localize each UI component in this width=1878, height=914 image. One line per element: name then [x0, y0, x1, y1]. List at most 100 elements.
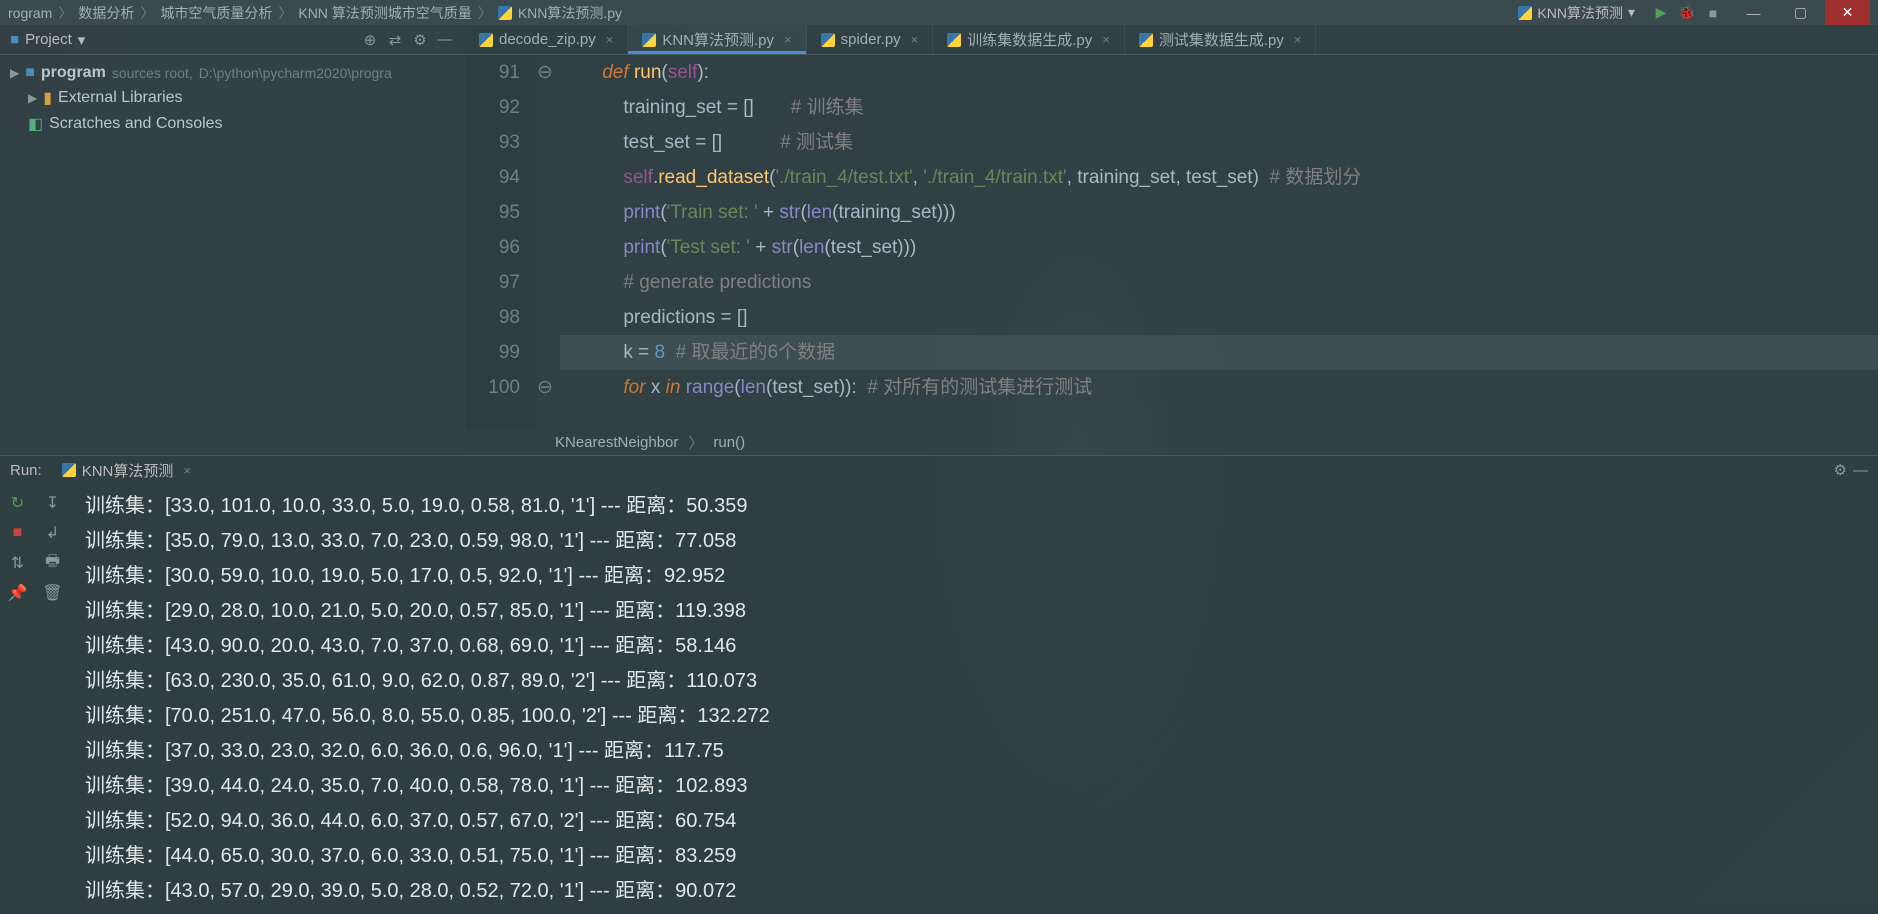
editor-tab-2[interactable]: spider.py ×	[807, 25, 934, 54]
close-icon[interactable]: ×	[784, 32, 792, 47]
console-line: 训练集：[52.0, 94.0, 36.0, 44.0, 6.0, 37.0, …	[85, 804, 1863, 839]
tab-label: spider.py	[841, 31, 901, 48]
top-toolbar: rogram〉 数据分析〉 城市空气质量分析〉 KNN 算法预测城市空气质量〉 …	[0, 0, 1878, 25]
close-icon[interactable]: ×	[911, 32, 919, 47]
console-line: 训练集：[70.0, 251.0, 47.0, 56.0, 8.0, 55.0,…	[85, 699, 1863, 734]
console-line: 训练集：[63.0, 230.0, 35.0, 61.0, 9.0, 62.0,…	[85, 664, 1863, 699]
breadcrumb-2[interactable]: 城市空气质量分析	[160, 3, 272, 23]
wrap-icon[interactable]: ↲	[44, 524, 62, 542]
close-icon[interactable]: ×	[1102, 32, 1110, 47]
tree-root[interactable]: ▶ ■ program sources root, D:\python\pych…	[10, 61, 455, 85]
external-label: External Libraries	[58, 89, 183, 107]
run-config-label: KNN算法预测	[1537, 3, 1623, 23]
print-icon[interactable]: 🖶	[44, 554, 62, 572]
editor-tabs: decode_zip.py×KNN算法预测.py×spider.py×训练集数据…	[465, 25, 1878, 55]
close-button[interactable]: ✕	[1825, 0, 1870, 25]
run-output-toolbar: ↧ ↲ 🖶 🗑	[35, 484, 70, 914]
locate-icon[interactable]: ⊕	[360, 30, 380, 50]
python-icon	[62, 463, 76, 477]
breadcrumb-1[interactable]: 数据分析	[78, 3, 134, 23]
stop-icon[interactable]: ■	[9, 524, 27, 542]
fold-column[interactable]: ⊖ ⊖	[535, 55, 555, 430]
hide-icon[interactable]: —	[1853, 462, 1868, 479]
close-icon[interactable]: ×	[1294, 32, 1302, 47]
dropdown-icon: ▾	[1628, 4, 1635, 21]
console-line: 训练集：[44.0, 65.0, 30.0, 37.0, 6.0, 33.0, …	[85, 839, 1863, 874]
maximize-button[interactable]: ▢	[1778, 0, 1823, 25]
root-role: sources root,	[112, 65, 193, 81]
project-title[interactable]: Project	[25, 31, 72, 48]
run-icon[interactable]: ▶	[1653, 5, 1669, 21]
run-tab[interactable]: KNN算法预测 ×	[52, 457, 201, 484]
bc-method[interactable]: run()	[713, 434, 745, 451]
tab-label: KNN算法预测.py	[662, 29, 774, 50]
breadcrumb[interactable]: rogram〉 数据分析〉 城市空气质量分析〉 KNN 算法预测城市空气质量〉 …	[8, 3, 622, 23]
python-icon	[1518, 6, 1532, 20]
run-title: Run:	[10, 462, 42, 479]
folder-icon: ■	[10, 31, 19, 48]
scratches-label: Scratches and Consoles	[49, 115, 222, 133]
editor-tab-3[interactable]: 训练集数据生成.py ×	[933, 25, 1125, 54]
console-line: 训练集：[29.0, 28.0, 10.0, 21.0, 5.0, 20.0, …	[85, 594, 1863, 629]
project-tree[interactable]: ▶ ■ program sources root, D:\python\pych…	[0, 55, 465, 143]
code-line-93[interactable]: test_set = [] # 测试集	[560, 125, 1878, 160]
run-left-toolbar: ↻ ■ ⇅ 📌	[0, 484, 35, 914]
scroll-icon[interactable]: ↧	[44, 494, 62, 512]
tree-external-libs[interactable]: ▶ ▮ External Libraries	[10, 85, 455, 111]
gear-icon[interactable]: ⚙	[410, 30, 430, 50]
close-icon[interactable]: ×	[606, 32, 614, 47]
code-line-97[interactable]: # generate predictions	[560, 265, 1878, 300]
console-line: 训练集：[39.0, 44.0, 24.0, 35.0, 7.0, 40.0, …	[85, 769, 1863, 804]
code-body[interactable]: def run(self): training_set = [] # 训练集 t…	[555, 55, 1878, 430]
tab-label: 测试集数据生成.py	[1159, 29, 1284, 50]
tab-label: decode_zip.py	[499, 31, 596, 48]
code-line-98[interactable]: predictions = []	[560, 300, 1878, 335]
tab-label: 训练集数据生成.py	[967, 29, 1092, 50]
root-name: program	[41, 64, 106, 82]
folder-icon: ■	[25, 64, 35, 82]
python-icon	[498, 6, 512, 20]
chevron-right-icon[interactable]: ▶	[10, 66, 19, 80]
editor-breadcrumb[interactable]: KNearestNeighbor 〉 run()	[465, 430, 1878, 455]
gear-icon[interactable]: ⚙	[1834, 461, 1847, 479]
rerun-icon[interactable]: ↻	[9, 494, 27, 512]
code-line-91[interactable]: def run(self):	[560, 55, 1878, 90]
breadcrumb-3[interactable]: KNN 算法预测城市空气质量	[298, 3, 471, 23]
trash-icon[interactable]: 🗑	[44, 584, 62, 602]
code-line-94[interactable]: self.read_dataset('./train_4/test.txt', …	[560, 160, 1878, 195]
code-line-100[interactable]: for x in range(len(test_set)): # 对所有的测试集…	[560, 370, 1878, 405]
code-line-99[interactable]: k = 8 # 取最近的6个数据	[560, 335, 1878, 370]
run-tool-window: Run: KNN算法预测 × ⚙ — ↻ ■ ⇅ 📌 ↧ ↲ 🖶 🗑 训练集：[…	[0, 455, 1878, 914]
editor-tab-1[interactable]: KNN算法预测.py ×	[628, 25, 806, 54]
code-line-95[interactable]: print('Train set: ' + str(len(training_s…	[560, 195, 1878, 230]
editor-tab-4[interactable]: 测试集数据生成.py ×	[1125, 25, 1317, 54]
tree-scratches[interactable]: ◧ Scratches and Consoles	[10, 111, 455, 137]
console-line: 训练集：[37.0, 33.0, 23.0, 32.0, 6.0, 36.0, …	[85, 734, 1863, 769]
minimize-button[interactable]: —	[1731, 0, 1776, 25]
bc-class[interactable]: KNearestNeighbor	[555, 434, 678, 451]
breadcrumb-4[interactable]: KNN算法预测.py	[518, 3, 622, 23]
python-icon	[821, 33, 835, 47]
hide-icon[interactable]: —	[435, 30, 455, 50]
code-line-96[interactable]: print('Test set: ' + str(len(test_set)))	[560, 230, 1878, 265]
console-line: 训练集：[43.0, 57.0, 29.0, 39.0, 5.0, 28.0, …	[85, 874, 1863, 909]
dropdown-icon[interactable]: ▾	[78, 31, 86, 49]
editor-tab-0[interactable]: decode_zip.py ×	[465, 25, 628, 54]
debug-icon[interactable]: 🐞	[1679, 5, 1695, 21]
layout-icon[interactable]: ⇅	[9, 554, 27, 572]
pin-icon[interactable]: 📌	[9, 584, 27, 602]
code-line-92[interactable]: training_set = [] # 训练集	[560, 90, 1878, 125]
editor: decode_zip.py×KNN算法预测.py×spider.py×训练集数据…	[465, 25, 1878, 455]
breadcrumb-0[interactable]: rogram	[8, 5, 52, 21]
console-output[interactable]: 训练集：[33.0, 101.0, 10.0, 33.0, 5.0, 19.0,…	[70, 484, 1878, 914]
expand-icon[interactable]: ⇄	[385, 30, 405, 50]
console-line: 训练集：[33.0, 101.0, 10.0, 33.0, 5.0, 19.0,…	[85, 489, 1863, 524]
run-configuration-selector[interactable]: KNN算法预测 ▾	[1510, 1, 1643, 25]
run-tab-label: KNN算法预测	[82, 460, 174, 481]
close-icon[interactable]: ×	[183, 463, 191, 478]
python-icon	[479, 33, 493, 47]
line-gutter[interactable]: 919293949596979899100	[465, 55, 535, 430]
code-editor[interactable]: 919293949596979899100 ⊖ ⊖ def run(self):…	[465, 55, 1878, 430]
stop-icon[interactable]: ■	[1705, 5, 1721, 21]
chevron-right-icon[interactable]: ▶	[28, 91, 37, 105]
